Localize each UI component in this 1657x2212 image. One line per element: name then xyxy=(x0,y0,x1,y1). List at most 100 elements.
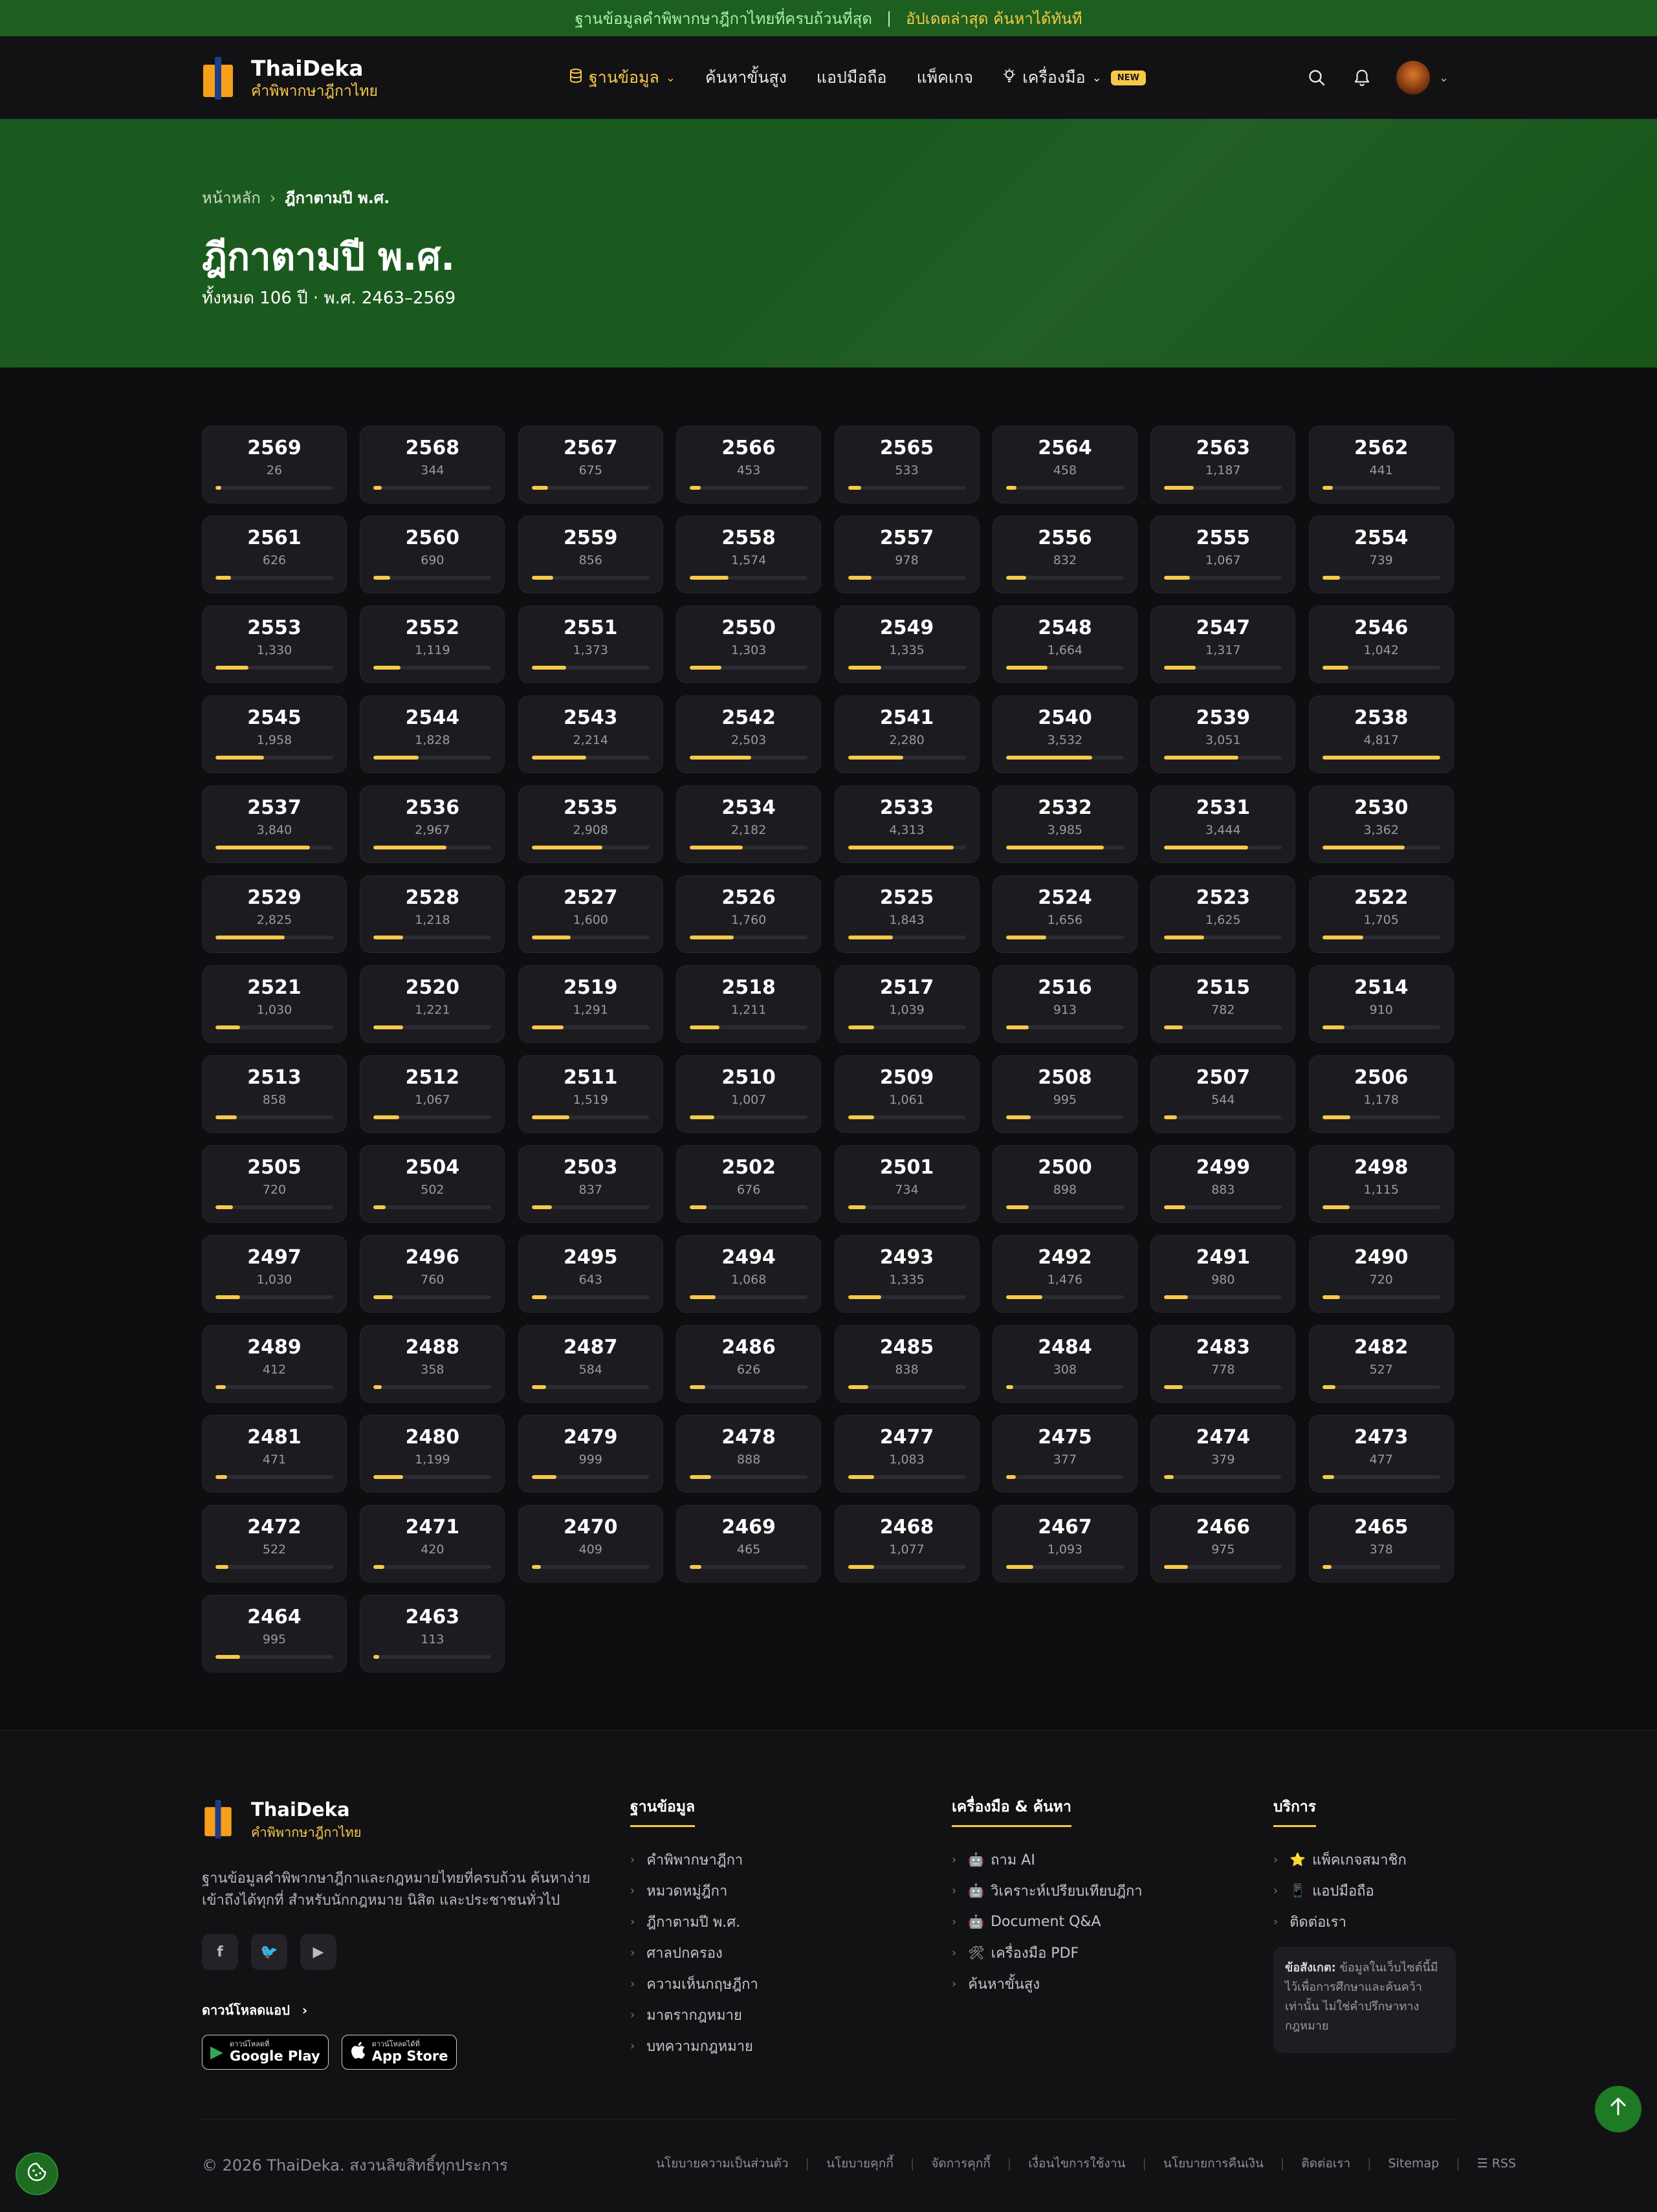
year-card[interactable]: 2546 1,042 xyxy=(1308,606,1454,683)
year-card[interactable]: 2568 344 xyxy=(360,426,505,503)
year-card[interactable]: 2500 898 xyxy=(992,1145,1137,1223)
year-card[interactable]: 2543 2,214 xyxy=(518,695,663,773)
footer-link[interactable]: › ค้นหาขั้นสูง xyxy=(952,1968,1143,1999)
year-card[interactable]: 2507 544 xyxy=(1150,1055,1296,1133)
year-card[interactable]: 2513 858 xyxy=(202,1055,347,1133)
year-card[interactable]: 2466 975 xyxy=(1150,1505,1296,1582)
year-card[interactable]: 2464 995 xyxy=(202,1595,347,1672)
year-card[interactable]: 2530 3,362 xyxy=(1308,785,1454,863)
year-card[interactable]: 2501 734 xyxy=(834,1145,980,1223)
legal-link[interactable]: เงื่อนไขการใช้งาน xyxy=(1028,2154,1125,2173)
year-card[interactable]: 2516 913 xyxy=(992,965,1137,1043)
legal-link[interactable]: ☰ RSS xyxy=(1477,2156,1516,2171)
year-card[interactable]: 2467 1,093 xyxy=(992,1505,1137,1582)
bell-icon[interactable] xyxy=(1346,61,1378,94)
year-card[interactable]: 2517 1,039 xyxy=(834,965,980,1043)
year-card[interactable]: 2495 643 xyxy=(518,1235,663,1313)
year-card[interactable]: 2505 720 xyxy=(202,1145,347,1223)
breadcrumb-home[interactable]: หน้าหลัก xyxy=(202,185,261,210)
year-card[interactable]: 2553 1,330 xyxy=(202,606,347,683)
year-card[interactable]: 2470 409 xyxy=(518,1505,663,1582)
legal-link[interactable]: จัดการคุกกี้ xyxy=(931,2154,991,2173)
footer-link[interactable]: › 🤖 วิเคราะห์เปรียบเทียบฎีกา xyxy=(952,1875,1143,1906)
year-card[interactable]: 2547 1,317 xyxy=(1150,606,1296,683)
year-card[interactable]: 2561 626 xyxy=(202,516,347,593)
year-card[interactable]: 2521 1,030 xyxy=(202,965,347,1043)
year-card[interactable]: 2536 2,967 xyxy=(360,785,505,863)
year-card[interactable]: 2484 308 xyxy=(992,1325,1137,1403)
google-play-button[interactable]: ▶ ดาวน์โหลดที่ Google Play xyxy=(202,2035,329,2070)
year-card[interactable]: 2554 739 xyxy=(1308,516,1454,593)
app-store-button[interactable]: ดาวน์โหลดได้ที่ App Store xyxy=(341,2035,457,2070)
year-card[interactable]: 2468 1,077 xyxy=(834,1505,980,1582)
year-card[interactable]: 2544 1,828 xyxy=(360,695,505,773)
year-card[interactable]: 2487 584 xyxy=(518,1325,663,1403)
year-card[interactable]: 2493 1,335 xyxy=(834,1235,980,1313)
legal-link[interactable]: Sitemap xyxy=(1388,2156,1440,2171)
nav-advanced-search[interactable]: ค้นหาขั้นสูง xyxy=(705,65,787,91)
footer-link[interactable]: › มาตรากฎหมาย xyxy=(630,1999,758,2030)
facebook-icon[interactable]: f xyxy=(202,1934,238,1970)
year-card[interactable]: 2496 760 xyxy=(360,1235,505,1313)
year-card[interactable]: 2478 888 xyxy=(676,1415,822,1493)
chevron-down-icon[interactable]: ⌄ xyxy=(1439,71,1449,85)
legal-link[interactable]: ติดต่อเรา xyxy=(1301,2154,1350,2173)
year-card[interactable]: 2520 1,221 xyxy=(360,965,505,1043)
youtube-icon[interactable]: ▶ xyxy=(300,1934,336,1970)
year-card[interactable]: 2525 1,843 xyxy=(834,875,980,953)
year-card[interactable]: 2510 1,007 xyxy=(676,1055,822,1133)
footer-link[interactable]: › ⭐ แพ็คเกจสมาชิก xyxy=(1273,1844,1407,1875)
year-card[interactable]: 2463 113 xyxy=(360,1595,505,1672)
year-card[interactable]: 2548 1,664 xyxy=(992,606,1137,683)
year-card[interactable]: 2569 26 xyxy=(202,426,347,503)
year-card[interactable]: 2483 778 xyxy=(1150,1325,1296,1403)
nav-packages[interactable]: แพ็คเกจ xyxy=(917,65,974,91)
year-card[interactable]: 2558 1,574 xyxy=(676,516,822,593)
year-card[interactable]: 2489 412 xyxy=(202,1325,347,1403)
search-icon[interactable] xyxy=(1300,61,1333,94)
year-card[interactable]: 2526 1,760 xyxy=(676,875,822,953)
year-card[interactable]: 2533 4,313 xyxy=(834,785,980,863)
year-card[interactable]: 2535 2,908 xyxy=(518,785,663,863)
year-card[interactable]: 2524 1,656 xyxy=(992,875,1137,953)
year-card[interactable]: 2518 1,211 xyxy=(676,965,822,1043)
year-card[interactable]: 2519 1,291 xyxy=(518,965,663,1043)
year-card[interactable]: 2508 995 xyxy=(992,1055,1137,1133)
year-card[interactable]: 2540 3,532 xyxy=(992,695,1137,773)
year-card[interactable]: 2532 3,985 xyxy=(992,785,1137,863)
footer-link[interactable]: › คำพิพากษาฎีกา xyxy=(630,1844,758,1875)
year-card[interactable]: 2539 3,051 xyxy=(1150,695,1296,773)
download-app-link[interactable]: ดาวน์โหลดแอป › xyxy=(202,2000,307,2020)
year-card[interactable]: 2504 502 xyxy=(360,1145,505,1223)
year-card[interactable]: 2545 1,958 xyxy=(202,695,347,773)
year-card[interactable]: 2538 4,817 xyxy=(1308,695,1454,773)
year-card[interactable]: 2514 910 xyxy=(1308,965,1454,1043)
footer-link[interactable]: › ฎีกาตามปี พ.ศ. xyxy=(630,1906,758,1937)
year-card[interactable]: 2477 1,083 xyxy=(834,1415,980,1493)
nav-tools[interactable]: เครื่องมือ ⌄ NEW xyxy=(1003,65,1146,91)
footer-link[interactable]: › บทความกฎหมาย xyxy=(630,2030,758,2061)
brand-logo-link[interactable]: ThaiDeka คำพิพากษาฎีกาไทย xyxy=(202,56,378,101)
year-card[interactable]: 2502 676 xyxy=(676,1145,822,1223)
footer-link[interactable]: › ติดต่อเรา xyxy=(1273,1906,1407,1937)
footer-link[interactable]: › 📱 แอปมือถือ xyxy=(1273,1875,1407,1906)
year-card[interactable]: 2542 2,503 xyxy=(676,695,822,773)
footer-link[interactable]: › 🤖 ถาม AI xyxy=(952,1844,1143,1875)
footer-link[interactable]: › 🤖 Document Q&A xyxy=(952,1906,1143,1937)
year-card[interactable]: 2550 1,303 xyxy=(676,606,822,683)
year-card[interactable]: 2551 1,373 xyxy=(518,606,663,683)
twitter-icon[interactable]: 🐦 xyxy=(251,1934,287,1970)
year-card[interactable]: 2541 2,280 xyxy=(834,695,980,773)
year-card[interactable]: 2562 441 xyxy=(1308,426,1454,503)
year-card[interactable]: 2523 1,625 xyxy=(1150,875,1296,953)
year-card[interactable]: 2474 379 xyxy=(1150,1415,1296,1493)
year-card[interactable]: 2527 1,600 xyxy=(518,875,663,953)
year-card[interactable]: 2552 1,119 xyxy=(360,606,505,683)
year-card[interactable]: 2566 453 xyxy=(676,426,822,503)
year-card[interactable]: 2559 856 xyxy=(518,516,663,593)
legal-link[interactable]: นโยบายคุกกี้ xyxy=(826,2154,894,2173)
year-card[interactable]: 2479 999 xyxy=(518,1415,663,1493)
announcement-highlight[interactable]: อัปเดตล่าสุด ค้นหาได้ทันที xyxy=(906,6,1082,31)
year-card[interactable]: 2563 1,187 xyxy=(1150,426,1296,503)
year-card[interactable]: 2522 1,705 xyxy=(1308,875,1454,953)
